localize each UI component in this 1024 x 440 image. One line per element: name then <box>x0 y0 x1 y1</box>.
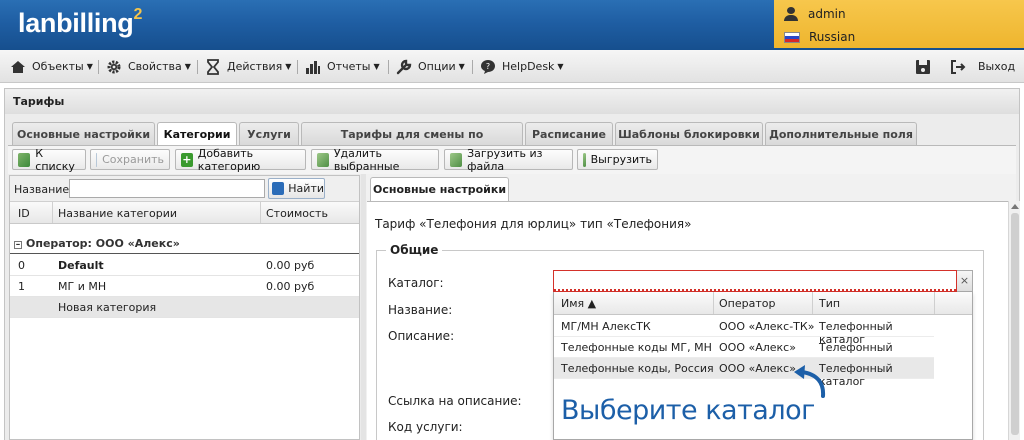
gear-icon <box>107 60 121 73</box>
col-name[interactable]: Имя ▲ <box>561 297 596 310</box>
find-button[interactable]: Найти <box>268 178 325 199</box>
desc-link-label: Ссылка на описание: <box>388 394 522 408</box>
tab-details-main[interactable]: Основные настройки <box>370 177 509 201</box>
wrench-icon <box>396 59 412 74</box>
bar-chart-icon <box>306 60 320 74</box>
menu-helpdesk[interactable]: ? HelpDesk ▼ <box>480 58 564 75</box>
fieldset-legend: Общие <box>386 243 443 257</box>
search-bar: Название: Найти <box>10 176 359 202</box>
language-label: Russian <box>809 30 856 44</box>
panel-title: Тарифы <box>4 88 1020 114</box>
objects-icon <box>11 60 25 73</box>
hourglass-icon <box>207 58 219 75</box>
search-icon <box>272 182 285 195</box>
catalog-label: Каталог: <box>388 276 444 290</box>
categories-grid: Название: Найти ID Название категории Ст… <box>9 175 360 440</box>
export-button[interactable]: Выгрузить <box>577 149 658 170</box>
user-menu[interactable]: admin <box>784 4 846 24</box>
tab-services[interactable]: Услуги <box>239 122 299 145</box>
tariff-description: Тариф «Телефония для юрлиц» тип «Телефон… <box>375 217 692 231</box>
table-row[interactable]: 0 Default 0.00 руб <box>10 255 359 276</box>
tab-schedule[interactable]: Расписание <box>525 122 613 145</box>
clear-catalog-button[interactable]: × <box>957 270 973 292</box>
col-operator[interactable]: Оператор <box>719 297 775 310</box>
delete-icon <box>317 152 329 167</box>
catalog-option[interactable]: Телефонные коды, Россия ООО «Алекс» Теле… <box>554 358 934 388</box>
vertical-scrollbar[interactable] <box>1008 201 1020 440</box>
group-header[interactable]: – Оператор: ООО «Алекс» <box>10 234 359 254</box>
search-label: Название: <box>14 183 73 196</box>
table-row[interactable]: 1 МГ и МН 0.00 руб <box>10 276 359 297</box>
col-id[interactable]: ID <box>18 207 30 220</box>
scroll-thumb[interactable] <box>1011 213 1019 435</box>
service-code-label: Код услуги: <box>388 420 463 434</box>
logout-button[interactable]: Выход <box>950 58 1015 75</box>
description-label: Описание: <box>388 329 455 343</box>
search-input[interactable] <box>69 179 265 198</box>
tab-main-settings[interactable]: Основные настройки <box>12 122 155 145</box>
load-from-file-button[interactable]: Загрузить из файла <box>444 147 573 173</box>
new-category-row[interactable]: Новая категория <box>10 297 359 318</box>
menu-reports[interactable]: Отчеты ▼ <box>305 58 380 75</box>
col-cost[interactable]: Стоимость <box>266 207 328 220</box>
add-icon: + <box>181 152 193 167</box>
export-icon <box>583 152 586 167</box>
save-button[interactable]: Сохранить <box>90 149 170 170</box>
username: admin <box>808 7 846 21</box>
floppy-icon <box>916 59 930 74</box>
tab-block-templates[interactable]: Шаблоны блокировки <box>615 122 763 145</box>
svg-text:?: ? <box>486 62 490 71</box>
list-back-icon <box>18 152 31 167</box>
add-category-button[interactable]: + Добавить категорию <box>175 147 306 173</box>
user-box: admin Russian <box>774 0 1024 48</box>
scroll-up-icon[interactable] <box>1011 204 1019 209</box>
catalog-option[interactable]: МГ/МН АлексТК ООО «Алекс-ТК» Телефонный … <box>554 316 934 346</box>
chat-icon: ? <box>481 59 495 74</box>
delete-selected-button[interactable]: Удалить выбранные <box>311 147 439 173</box>
menu-options[interactable]: Опции ▼ <box>396 58 465 75</box>
app-logo: lanbilling2 <box>18 6 143 38</box>
catalog-option[interactable]: Телефонные коды МГ, МН ООО «Алекс» Телеф… <box>554 337 934 367</box>
import-icon <box>450 152 463 167</box>
tab-schedule-tariffs[interactable]: Тарифы для смены по расписанию <box>301 122 523 154</box>
tab-categories[interactable]: Категории <box>157 122 237 146</box>
dropdown-header: Имя ▲ Оператор Тип <box>554 292 972 315</box>
annotation-hint: Выберите каталог <box>561 395 815 426</box>
catalog-combo[interactable] <box>553 270 957 292</box>
app-header: lanbilling2 admin Russian <box>0 0 1024 50</box>
russia-flag-icon <box>784 31 800 43</box>
grid-header: ID Название категории Стоимость <box>10 202 359 224</box>
name-label: Название: <box>388 303 453 317</box>
language-selector[interactable]: Russian <box>784 27 855 47</box>
menu-properties[interactable]: Свойства ▼ <box>106 58 191 75</box>
toolbar: К списку Сохранить + Добавить категорию … <box>8 146 1016 174</box>
col-type[interactable]: Тип <box>819 297 840 310</box>
to-list-button[interactable]: К списку <box>12 147 86 173</box>
menu-objects[interactable]: Объекты ▼ <box>10 58 93 75</box>
col-category-name[interactable]: Название категории <box>58 207 177 220</box>
save-icon <box>96 152 98 167</box>
user-icon <box>784 7 798 21</box>
logout-icon <box>951 59 966 74</box>
main-menu-bar: Объекты ▼ Свойства ▼ Действия ▼ Отчеты ▼ Опц… <box>0 50 1024 83</box>
menu-actions[interactable]: Действия ▼ <box>205 58 291 75</box>
collapse-icon: – <box>14 240 22 250</box>
save-disk-button[interactable] <box>915 58 937 75</box>
tab-additional-fields[interactable]: Дополнительные поля <box>765 122 917 145</box>
